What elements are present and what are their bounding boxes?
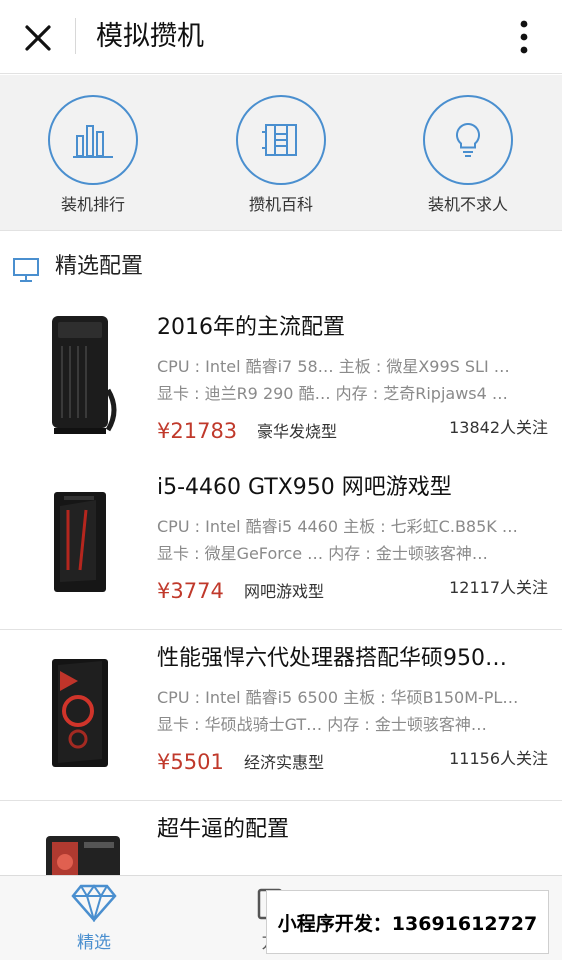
build-list-item[interactable]: 2016年的主流配置 CPU : Intel 酷睿i7 58… 主板 : 微星X… — [0, 300, 562, 470]
build-type-tag: 豪华发烧型 — [257, 422, 338, 441]
build-price: ¥21783 — [157, 419, 238, 443]
build-price: ¥3774 — [157, 579, 224, 603]
build-followers: 11156人关注 — [449, 749, 548, 768]
build-spec-gpu-ram: 显卡 : 华硕战骑士GT… 内存 : 金士顿骇客神… — [157, 715, 487, 734]
title-bar: 模拟攒机 — [0, 0, 562, 74]
pc-case-image — [38, 470, 124, 600]
quick-item-label: 装机不求人 — [427, 195, 508, 214]
build-spec-gpu-ram: 显卡 : 微星GeForce … 内存 : 金士顿骇客神… — [157, 544, 488, 563]
monitor-icon — [12, 257, 40, 287]
build-list-item[interactable]: i5-4460 GTX950 网吧游戏型 CPU : Intel 酷睿i5 44… — [0, 460, 562, 630]
promo-banner: 小程序开发：13691612727 — [266, 890, 549, 954]
build-name: 性能强悍六代处理器搭配华硕950… — [157, 646, 507, 671]
diamond-icon — [71, 884, 117, 926]
build-type-tag: 经济实惠型 — [244, 753, 325, 772]
quick-item-ranking[interactable]: 装机排行 — [28, 95, 158, 215]
build-name: 超牛逼的配置 — [157, 817, 290, 842]
pc-case-image — [38, 310, 124, 440]
build-price: ¥5501 — [157, 750, 224, 774]
tab-featured[interactable]: 精选 — [44, 882, 144, 953]
lightbulb-icon — [423, 95, 513, 185]
build-name: 2016年的主流配置 — [157, 315, 345, 340]
build-name: i5-4460 GTX950 网吧游戏型 — [157, 475, 452, 500]
build-spec-gpu-ram: 显卡 : 迪兰R9 290 酷… 内存 : 芝奇Ripjaws4 … — [157, 384, 508, 403]
quick-menu: 装机排行 攒机百科 装机不求人 — [0, 75, 562, 231]
quick-item-wiki[interactable]: 攒机百科 — [216, 95, 346, 215]
page-title: 模拟攒机 — [96, 21, 204, 52]
pc-case-image — [38, 641, 124, 771]
build-spec-cpu-board: CPU : Intel 酷睿i7 58… 主板 : 微星X99S SLI … — [157, 357, 510, 376]
tab-label: 精选 — [77, 933, 111, 953]
quick-item-diy-guide[interactable]: 装机不求人 — [403, 95, 533, 215]
close-icon[interactable] — [18, 18, 58, 58]
section-header: 精选配置 — [0, 232, 562, 300]
quick-item-label: 攒机百科 — [248, 195, 313, 214]
title-divider — [75, 18, 76, 54]
build-list-item[interactable]: 性能强悍六代处理器搭配华硕950… CPU : Intel 酷睿i5 6500 … — [0, 631, 562, 801]
build-followers: 13842人关注 — [449, 418, 548, 437]
section-title: 精选配置 — [55, 254, 144, 279]
bar-chart-icon — [48, 95, 138, 185]
book-icon — [236, 95, 326, 185]
build-followers: 12117人关注 — [449, 578, 548, 597]
quick-item-label: 装机排行 — [60, 195, 125, 214]
more-options-icon[interactable] — [508, 16, 540, 58]
build-type-tag: 网吧游戏型 — [244, 582, 325, 601]
build-spec-cpu-board: CPU : Intel 酷睿i5 6500 主板 : 华硕B150M-PL… — [157, 688, 519, 707]
build-spec-cpu-board: CPU : Intel 酷睿i5 4460 主板 : 七彩虹C.B85K … — [157, 517, 518, 536]
